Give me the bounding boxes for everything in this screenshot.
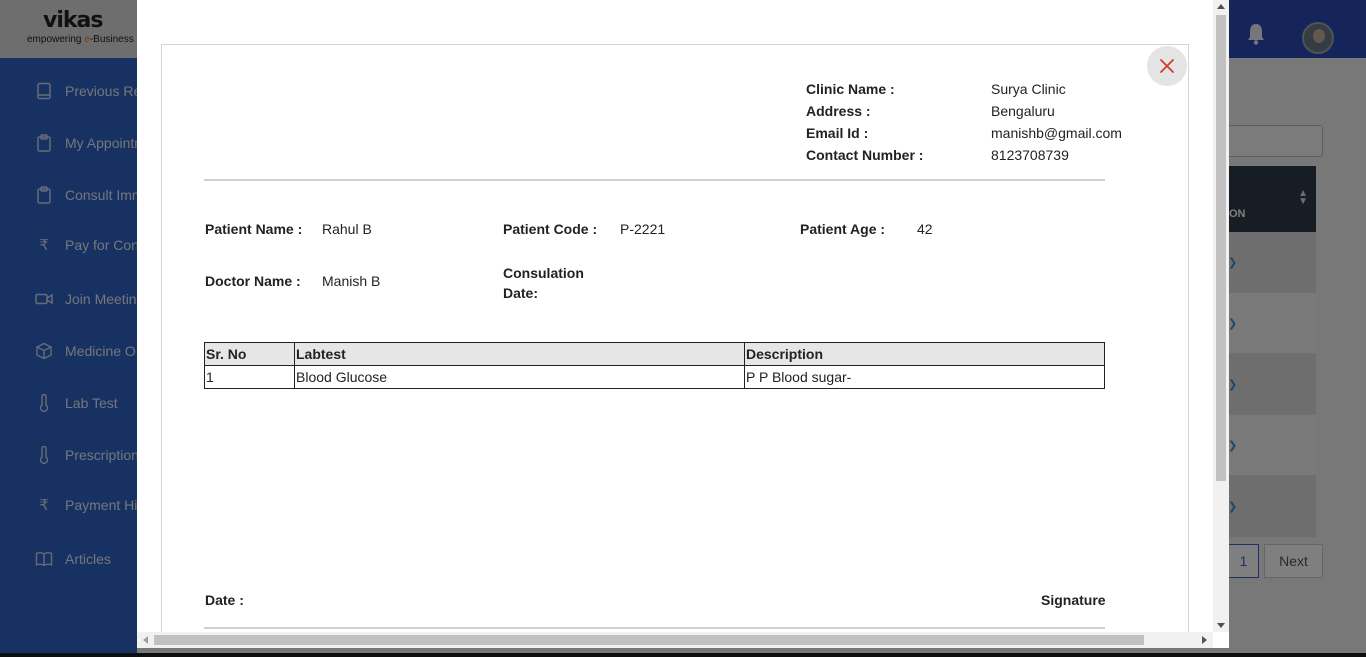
- patient-name-label: Patient Name :: [205, 221, 303, 237]
- clinic-details: Clinic Name : Surya Clinic Address : Benga…: [806, 78, 1122, 166]
- patient-name-field: Patient Name : Rahul B: [205, 221, 372, 237]
- clinic-name-value: Surya Clinic: [991, 81, 1066, 97]
- scroll-right-arrow-icon[interactable]: [1202, 636, 1207, 644]
- column-header-sr-no: Sr. No: [204, 342, 295, 366]
- patient-age-value: 42: [917, 221, 933, 237]
- patient-age-label: Patient Age :: [800, 221, 886, 237]
- divider: [204, 627, 1105, 629]
- horizontal-scrollbar[interactable]: [137, 632, 1213, 648]
- patient-code-label: Patient Code :: [503, 221, 598, 237]
- cell-sr-no: 1: [204, 365, 295, 389]
- consultation-date-field: Consulation Date:: [503, 263, 584, 303]
- divider: [204, 179, 1105, 181]
- doctor-name-field: Doctor Name : Manish B: [205, 273, 380, 289]
- scroll-left-arrow-icon[interactable]: [143, 636, 148, 644]
- prescription-modal: Clinic Name : Surya Clinic Address : Benga…: [137, 0, 1229, 648]
- lab-test-table: Sr. No Labtest Description 1 Blood Gluco…: [204, 342, 1105, 389]
- contact-value: 8123708739: [991, 147, 1069, 163]
- scrollbar-thumb[interactable]: [154, 635, 1144, 645]
- consultation-date-label-line2: Date:: [503, 285, 539, 301]
- address-value: Bengaluru: [991, 103, 1055, 119]
- table-row: 1 Blood Glucose P P Blood sugar-: [204, 365, 1105, 389]
- consultation-date-label-line1: Consulation: [503, 265, 584, 281]
- signature-label: Signature: [1041, 592, 1106, 608]
- patient-name-value: Rahul B: [322, 221, 372, 237]
- vertical-scrollbar[interactable]: [1213, 0, 1229, 632]
- close-button[interactable]: [1147, 46, 1187, 86]
- doctor-name-label: Doctor Name :: [205, 273, 301, 289]
- scroll-down-arrow-icon[interactable]: [1217, 623, 1225, 628]
- cell-description: P P Blood sugar-: [744, 365, 1105, 389]
- column-header-description: Description: [744, 342, 1105, 366]
- email-label: Email Id :: [806, 125, 869, 141]
- footer-date-label: Date :: [205, 592, 244, 608]
- cell-labtest: Blood Glucose: [294, 365, 745, 389]
- address-label: Address :: [806, 103, 871, 119]
- doctor-name-value: Manish B: [322, 273, 381, 289]
- table-header-row: Sr. No Labtest Description: [204, 342, 1105, 366]
- patient-age-field: Patient Age : 42: [800, 221, 933, 237]
- column-header-labtest: Labtest: [294, 342, 745, 366]
- scroll-up-arrow-icon[interactable]: [1217, 4, 1225, 9]
- clinic-name-label: Clinic Name :: [806, 81, 895, 97]
- patient-code-field: Patient Code : P-2221: [503, 221, 665, 237]
- scrollbar-thumb[interactable]: [1216, 15, 1226, 481]
- contact-label: Contact Number :: [806, 147, 924, 163]
- patient-code-value: P-2221: [620, 221, 666, 237]
- email-value: manishb@gmail.com: [991, 125, 1122, 141]
- close-icon: [1160, 59, 1174, 73]
